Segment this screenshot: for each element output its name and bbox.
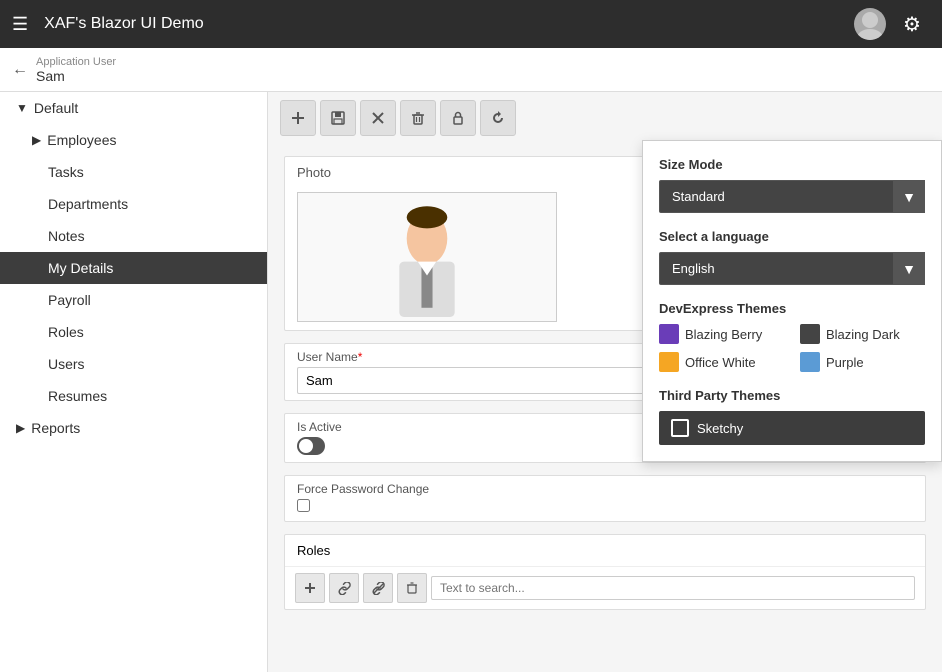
hamburger-icon[interactable]: ☰ [12, 14, 28, 35]
roles-delete-button[interactable] [397, 573, 427, 603]
sidebar-item-notes[interactable]: Notes [0, 220, 267, 252]
roles-search-input[interactable] [431, 576, 915, 600]
sidebar-item-label: Users [48, 356, 85, 372]
roles-link-button[interactable] [329, 573, 359, 603]
sidebar-item-label: My Details [48, 260, 113, 276]
theme-office-white-label: Office White [685, 355, 756, 370]
theme-purple[interactable]: Purple [800, 352, 925, 372]
office-white-swatch [659, 352, 679, 372]
language-select[interactable]: English French German Spanish [659, 252, 925, 285]
save-button[interactable] [320, 100, 356, 136]
sidebar-item-label: Tasks [48, 164, 84, 180]
force-password-section: Force Password Change [284, 475, 926, 522]
blazing-berry-swatch [659, 324, 679, 344]
sidebar-item-reports[interactable]: ▶ Reports [0, 412, 267, 444]
sidebar-item-label: Reports [31, 420, 80, 436]
breadcrumb-sub: Application User [36, 56, 116, 68]
devexpress-themes-label: DevExpress Themes [659, 301, 925, 316]
required-star: * [358, 350, 363, 364]
sidebar-item-employees[interactable]: ▶ Employees [0, 124, 267, 156]
sidebar-item-label: Departments [48, 196, 128, 212]
add-button[interactable] [280, 100, 316, 136]
photo-box [297, 192, 557, 322]
theme-office-white[interactable]: Office White [659, 352, 784, 372]
header: ☰ XAF's Blazor UI Demo ⚙ [0, 0, 942, 48]
toggle-dot [299, 439, 313, 453]
roles-header: Roles [285, 535, 925, 567]
force-password-label: Force Password Change [297, 482, 913, 496]
force-password-field: Force Password Change [285, 476, 925, 521]
header-right: ⚙ [854, 6, 930, 42]
main-layout: ▼ Default ▶ Employees Tasks Departments … [0, 92, 942, 672]
sidebar-item-label: Roles [48, 324, 84, 340]
third-party-label: Third Party Themes [659, 388, 925, 403]
theme-blazing-dark[interactable]: Blazing Dark [800, 324, 925, 344]
roles-unlink-button[interactable] [363, 573, 393, 603]
theme-blazing-berry[interactable]: Blazing Berry [659, 324, 784, 344]
sidebar-item-label: Notes [48, 228, 85, 244]
force-password-checkbox[interactable] [297, 499, 310, 512]
size-mode-select[interactable]: Small Standard Large [659, 180, 925, 213]
is-active-toggle[interactable] [297, 437, 325, 455]
sidebar-item-departments[interactable]: Departments [0, 188, 267, 220]
lock-button[interactable] [440, 100, 476, 136]
breadcrumb-main: Sam [36, 68, 116, 84]
chevron-down-icon: ▼ [16, 101, 28, 115]
language-label: Select a language [659, 229, 925, 244]
themes-grid: Blazing Berry Blazing Dark Office White … [659, 324, 925, 372]
settings-gear-button[interactable]: ⚙ [894, 6, 930, 42]
settings-panel: Size Mode Small Standard Large ▼ Select … [642, 140, 942, 462]
sketchy-theme-item[interactable]: Sketchy [659, 411, 925, 445]
toolbar [268, 92, 942, 144]
sidebar-item-roles[interactable]: Roles [0, 316, 267, 348]
sidebar-item-label: Payroll [48, 292, 91, 308]
app-title: XAF's Blazor UI Demo [44, 15, 838, 33]
user-avatar-svg [854, 8, 886, 40]
chevron-right-icon: ▶ [16, 421, 25, 435]
sketchy-checkbox[interactable] [671, 419, 689, 437]
roles-add-button[interactable] [295, 573, 325, 603]
size-mode-select-wrapper: Small Standard Large ▼ [659, 180, 925, 213]
purple-swatch [800, 352, 820, 372]
delete-button[interactable] [400, 100, 436, 136]
size-mode-label: Size Mode [659, 157, 925, 172]
sidebar-item-default[interactable]: ▼ Default [0, 92, 267, 124]
sidebar-item-label: Employees [47, 132, 116, 148]
back-button[interactable]: ← [12, 61, 28, 79]
photo-person [377, 197, 477, 317]
theme-blazing-dark-label: Blazing Dark [826, 327, 900, 342]
sidebar-item-label: Default [34, 100, 78, 116]
breadcrumb: Application User Sam [36, 56, 116, 84]
language-select-wrapper: English French German Spanish ▼ [659, 252, 925, 285]
sidebar-item-label: Resumes [48, 388, 107, 404]
refresh-button[interactable] [480, 100, 516, 136]
sketchy-label: Sketchy [697, 421, 743, 436]
roles-section: Roles [284, 534, 926, 610]
theme-blazing-berry-label: Blazing Berry [685, 327, 762, 342]
content-area: Photo [268, 92, 942, 672]
sidebar-item-payroll[interactable]: Payroll [0, 284, 267, 316]
theme-purple-label: Purple [826, 355, 864, 370]
avatar [854, 8, 886, 40]
breadcrumb-bar: ← Application User Sam [0, 48, 942, 92]
roles-toolbar [285, 567, 925, 609]
sidebar-item-mydetails[interactable]: My Details [0, 252, 267, 284]
cancel-button[interactable] [360, 100, 396, 136]
blazing-dark-swatch [800, 324, 820, 344]
sidebar-item-users[interactable]: Users [0, 348, 267, 380]
chevron-right-icon: ▶ [32, 133, 41, 147]
sidebar-item-resumes[interactable]: Resumes [0, 380, 267, 412]
sidebar: ▼ Default ▶ Employees Tasks Departments … [0, 92, 268, 672]
app-container: ☰ XAF's Blazor UI Demo ⚙ ← Application U… [0, 0, 942, 672]
sidebar-item-tasks[interactable]: Tasks [0, 156, 267, 188]
